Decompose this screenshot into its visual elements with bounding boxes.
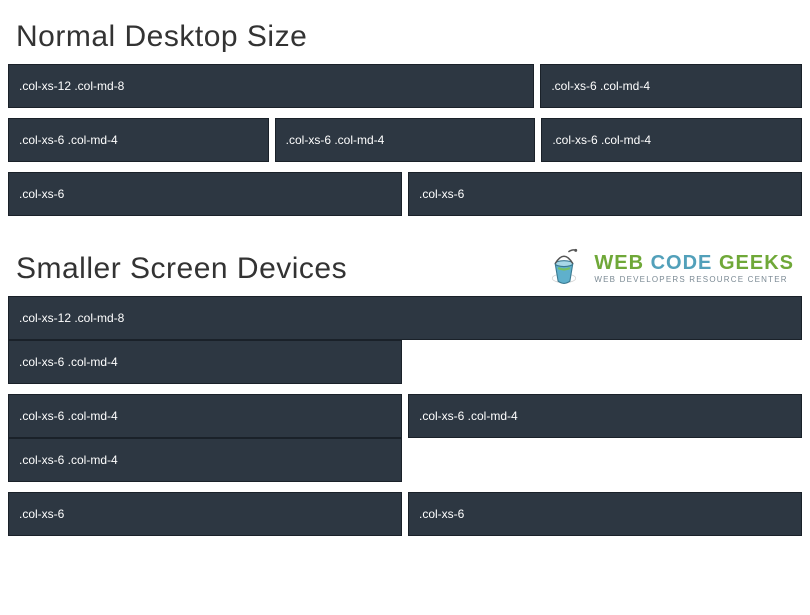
logo-sub-text: WEB DEVELOPERS RESOURCE CENTER [594,275,794,284]
heading-smaller: Smaller Screen Devices [16,252,347,286]
grid-cell: .col-xs-6 .col-md-4 [8,118,269,162]
grid-cell: .col-xs-6 [8,172,402,216]
smaller-row-1: .col-xs-12 .col-md-8 [8,296,802,340]
smaller-grid: .col-xs-12 .col-md-8 .col-xs-6 .col-md-4… [8,296,802,536]
grid-cell: .col-xs-6 [408,492,802,536]
grid-cell: .col-xs-6 .col-md-4 [408,394,802,438]
grid-cell: .col-xs-6 .col-md-4 [8,394,402,438]
desktop-grid: .col-xs-12 .col-md-8 .col-xs-6 .col-md-4… [8,64,802,216]
grid-cell: .col-xs-12 .col-md-8 [8,64,534,108]
desktop-row-1: .col-xs-12 .col-md-8 .col-xs-6 .col-md-4 [8,64,802,108]
smaller-row-3: .col-xs-6 .col-md-4 .col-xs-6 .col-md-4 [8,394,802,438]
smaller-row-4: .col-xs-6 .col-md-4 [8,438,802,482]
desktop-row-3: .col-xs-6 .col-xs-6 [8,172,802,216]
grid-cell: .col-xs-6 [408,172,802,216]
logo-text: WEB CODE GEEKS WEB DEVELOPERS RESOURCE C… [594,252,794,284]
smaller-row-2: .col-xs-6 .col-md-4 [8,340,802,384]
grid-cell: .col-xs-6 .col-md-4 [541,118,802,162]
bucket-icon [542,246,586,290]
grid-cell: .col-xs-6 [8,492,402,536]
heading-row-smaller: Smaller Screen Devices WEB CODE GEEKS WE… [8,240,802,296]
grid-cell: .col-xs-6 .col-md-4 [8,340,402,384]
grid-cell: .col-xs-6 .col-md-4 [8,438,402,482]
logo-webcodegeeks: WEB CODE GEEKS WEB DEVELOPERS RESOURCE C… [542,246,794,290]
grid-cell: .col-xs-6 .col-md-4 [275,118,536,162]
grid-cell: .col-xs-6 .col-md-4 [540,64,802,108]
logo-main-text: WEB CODE GEEKS [594,252,794,275]
grid-cell: .col-xs-12 .col-md-8 [8,296,802,340]
smaller-row-5: .col-xs-6 .col-xs-6 [8,492,802,536]
desktop-row-2: .col-xs-6 .col-md-4 .col-xs-6 .col-md-4 … [8,118,802,162]
heading-desktop: Normal Desktop Size [16,20,802,54]
